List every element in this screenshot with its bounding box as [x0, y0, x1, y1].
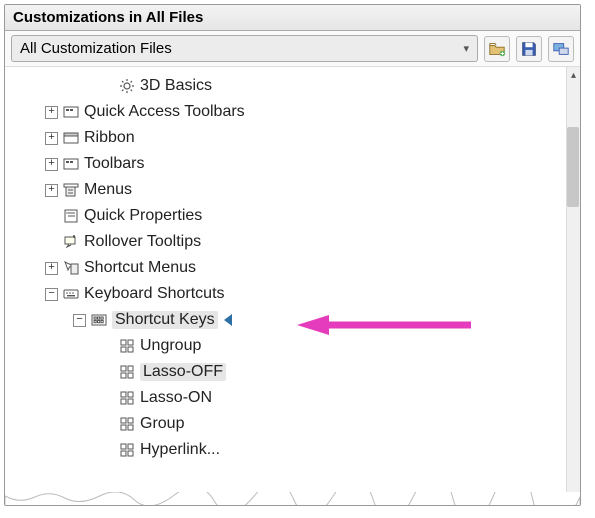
chevron-down-icon: ▾ — [463, 42, 469, 55]
tree-node[interactable]: + Toolbars — [9, 151, 566, 177]
tree-container: 3D Basics + Quick Access Toolbars + Ribbon + T… — [5, 67, 580, 505]
save-button[interactable] — [516, 36, 542, 62]
tree-node[interactable]: + Menus — [9, 177, 566, 203]
tree-node-label: Quick Properties — [84, 207, 202, 225]
ribbon-icon — [62, 129, 80, 147]
tree-node-label: 3D Basics — [140, 77, 212, 95]
expand-icon[interactable]: + — [45, 158, 58, 171]
scroll-up-icon[interactable]: ▴ — [567, 67, 581, 83]
expander-spacer — [101, 444, 114, 457]
tree-node[interactable]: 3D Basics — [9, 73, 566, 99]
tree-node-label: Shortcut Keys — [112, 311, 218, 329]
tree-node[interactable]: Hyperlink... — [9, 437, 566, 463]
scroll-thumb[interactable] — [567, 127, 579, 207]
tree-node[interactable]: Quick Properties — [9, 203, 566, 229]
grid4-icon — [118, 389, 136, 407]
grid4-icon — [118, 337, 136, 355]
tooltip-icon — [62, 233, 80, 251]
grid4-icon — [118, 441, 136, 459]
tree-node-label: Rollover Tooltips — [84, 233, 201, 251]
grid4-icon — [118, 363, 136, 381]
tree-node-label: Quick Access Toolbars — [84, 103, 245, 121]
tree-node[interactable]: + Shortcut Menus — [9, 255, 566, 281]
open-folder-button[interactable] — [484, 36, 510, 62]
tree-node-label: Ungroup — [140, 337, 201, 355]
tree-node[interactable]: − Shortcut Keys — [9, 307, 566, 333]
tree-node-label: Keyboard Shortcuts — [84, 285, 225, 303]
expander-spacer — [101, 80, 114, 93]
keys-icon — [90, 311, 108, 329]
tree-node[interactable]: Rollover Tooltips — [9, 229, 566, 255]
tree-node[interactable]: + Ribbon — [9, 125, 566, 151]
tree-node[interactable]: − Keyboard Shortcuts — [9, 281, 566, 307]
file-dropdown[interactable]: All Customization Files ▾ — [11, 35, 478, 62]
panel-title: Customizations in All Files — [13, 9, 203, 26]
expander-spacer — [45, 236, 58, 249]
expand-icon[interactable]: + — [45, 132, 58, 145]
toolbar-icon — [62, 155, 80, 173]
menus-icon — [62, 181, 80, 199]
props-icon — [62, 207, 80, 225]
expander-spacer — [101, 418, 114, 431]
tree-node-label: Menus — [84, 181, 132, 199]
panel-header: Customizations in All Files — [5, 5, 580, 31]
toolbar-icon — [62, 103, 80, 121]
torn-edge-decoration — [5, 492, 580, 505]
expander-spacer — [45, 210, 58, 223]
tree-node-label: Lasso-OFF — [140, 363, 226, 381]
customization-tree[interactable]: 3D Basics + Quick Access Toolbars + Ribbon + T… — [5, 67, 566, 505]
tree-node-label: Shortcut Menus — [84, 259, 196, 277]
cursor-menu-icon — [62, 259, 80, 277]
expand-icon[interactable]: + — [45, 262, 58, 275]
tree-node-label: Toolbars — [84, 155, 144, 173]
expander-spacer — [101, 366, 114, 379]
expander-spacer — [101, 392, 114, 405]
expand-icon[interactable]: + — [45, 184, 58, 197]
expander-spacer — [101, 340, 114, 353]
tree-node-label: Lasso-ON — [140, 389, 212, 407]
gear-icon — [118, 77, 136, 95]
tree-node[interactable]: Ungroup — [9, 333, 566, 359]
collapse-node-icon[interactable]: − — [73, 314, 86, 327]
keyboard-icon — [62, 285, 80, 303]
vertical-scrollbar[interactable]: ▴ ▾ — [566, 67, 580, 505]
grid4-icon — [118, 415, 136, 433]
insertion-marker-icon — [224, 314, 232, 326]
tree-node[interactable]: Lasso-OFF — [9, 359, 566, 385]
tree-node-label: Ribbon — [84, 129, 135, 147]
customizations-panel: Customizations in All Files All Customiz… — [4, 4, 581, 506]
toolbar-row: All Customization Files ▾ — [5, 31, 580, 67]
tree-node-label: Hyperlink... — [140, 441, 220, 459]
collapse-node-icon[interactable]: − — [45, 288, 58, 301]
expand-icon[interactable]: + — [45, 106, 58, 119]
tree-node-label: Group — [140, 415, 184, 433]
tree-node[interactable]: Group — [9, 411, 566, 437]
tree-node[interactable]: + Quick Access Toolbars — [9, 99, 566, 125]
dropdown-label: All Customization Files — [20, 40, 172, 57]
tree-node[interactable]: Lasso-ON — [9, 385, 566, 411]
display-button[interactable] — [548, 36, 574, 62]
